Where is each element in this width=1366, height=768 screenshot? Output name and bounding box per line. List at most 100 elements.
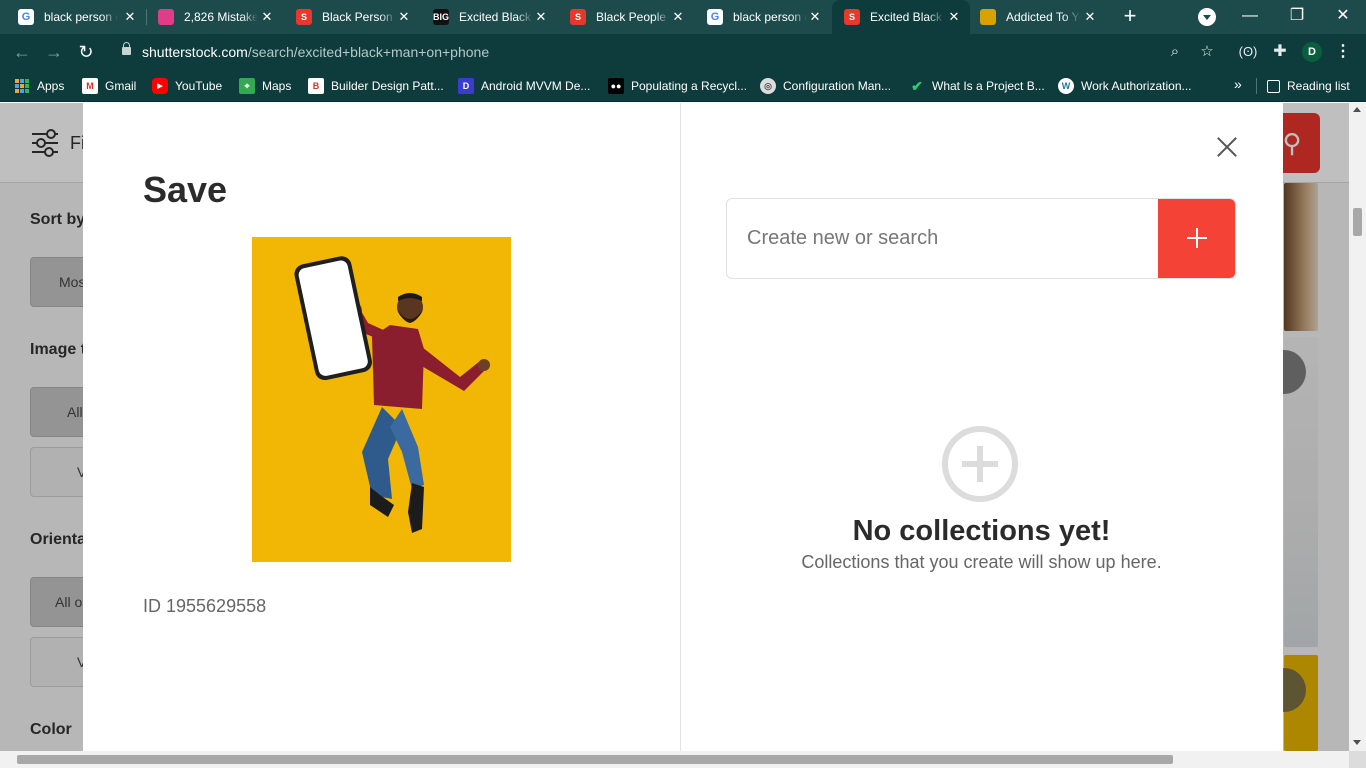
tab-5[interactable]: S Black People Excited ✕ <box>552 0 694 34</box>
scroll-down-icon[interactable] <box>1353 740 1361 745</box>
bookmark-label: What Is a Project B... <box>932 79 1045 93</box>
bookmark-recycler[interactable]: ●● Populating a Recycl... <box>608 77 747 95</box>
close-tab-icon[interactable]: ✕ <box>946 9 962 25</box>
bookmark-project[interactable]: ✔ What Is a Project B... <box>909 77 1045 95</box>
extension-icon[interactable]: (ʘ) <box>1238 42 1258 62</box>
maps-icon: ⌖ <box>239 78 255 94</box>
config-icon: ◎ <box>760 78 776 94</box>
bookmark-configuration[interactable]: ◎ Configuration Man... <box>760 77 891 95</box>
menu-icon[interactable]: ⋮ <box>1335 41 1351 63</box>
image-id: ID 1955629558 <box>143 596 267 616</box>
android-icon: D <box>458 78 474 94</box>
puzzle-icon[interactable]: ✚ <box>1270 42 1290 62</box>
close-tab-icon[interactable]: ✕ <box>396 9 412 25</box>
shutterstock-icon: S <box>570 9 586 25</box>
forward-button[interactable]: → <box>42 40 66 64</box>
add-collection-button[interactable] <box>1158 199 1235 278</box>
reload-button[interactable]: ↻ <box>74 40 98 64</box>
bookmark-apps[interactable]: Apps <box>14 77 64 95</box>
url-host: shutterstock.com <box>142 44 248 60</box>
bookmark-label: Gmail <box>105 79 137 93</box>
google-icon <box>18 9 34 25</box>
tab-8[interactable]: Addicted To Your Phone ✕ <box>962 0 1106 34</box>
reading-list-button[interactable]: Reading list <box>1267 77 1350 95</box>
bookmark-android[interactable]: D Android MVVM De... <box>458 77 590 95</box>
url-text[interactable]: shutterstock.com/search/excited+black+ma… <box>142 44 489 60</box>
bookmarks-bar: Apps M Gmail ▶ YouTube ⌖ Maps B Builder … <box>0 70 1366 102</box>
bookmarks-separator <box>1256 78 1257 94</box>
bookmark-star-icon[interactable]: ☆ <box>1198 43 1216 61</box>
close-tab-icon[interactable]: ✕ <box>259 9 275 25</box>
man-with-phone-illustration <box>252 237 511 562</box>
new-tab-button[interactable]: + <box>1118 5 1142 29</box>
collection-search-box <box>726 198 1236 279</box>
close-tab-icon[interactable]: ✕ <box>670 9 686 25</box>
back-button[interactable]: ← <box>10 40 34 64</box>
tab-2[interactable]: 2,826 Mistakes ✕ <box>140 0 283 34</box>
bookmark-label: Maps <box>262 79 292 93</box>
yellow-logo-icon <box>980 9 996 25</box>
tab-title: black person excited <box>44 10 118 24</box>
horizontal-scroll-thumb[interactable] <box>17 755 1173 764</box>
lock-icon <box>122 42 131 55</box>
image-preview <box>252 237 511 562</box>
reading-list-label: Reading list <box>1287 79 1350 93</box>
tab-title: Black People Excited <box>596 10 670 24</box>
close-tab-icon[interactable]: ✕ <box>122 9 138 25</box>
tab-6[interactable]: black person excited ✕ <box>689 0 831 34</box>
pink-swirl-icon <box>158 9 174 25</box>
bookmark-gmail[interactable]: M Gmail <box>82 77 136 95</box>
tab-1[interactable]: black person excited ✕ <box>0 0 146 34</box>
browser-toolbar: ← → ↻ shutterstock.com/search/excited+bl… <box>0 34 1366 70</box>
tab-search-button[interactable] <box>1198 8 1216 26</box>
bookmark-maps[interactable]: ⌖ Maps <box>239 77 291 95</box>
big-icon: BIG <box>433 9 449 25</box>
bookmark-youtube[interactable]: ▶ YouTube <box>152 77 222 95</box>
vertical-scrollbar[interactable] <box>1349 103 1366 751</box>
check-icon: ✔ <box>911 77 923 94</box>
avatar[interactable]: D <box>1302 42 1322 62</box>
tab-title: Addicted To Your Phone <box>1006 10 1080 24</box>
close-window-button[interactable]: ✕ <box>1331 5 1355 27</box>
bookmark-label: Populating a Recycl... <box>631 79 748 93</box>
google-icon <box>707 9 723 25</box>
bookmark-label: Builder Design Patt... <box>331 79 444 93</box>
add-circle-icon <box>942 426 1018 502</box>
vertical-scroll-thumb[interactable] <box>1353 208 1362 236</box>
gmail-icon: M <box>82 78 98 94</box>
horizontal-scrollbar[interactable] <box>0 751 1349 768</box>
bookmark-label: Work Authorization... <box>1081 79 1192 93</box>
url-path: /search/excited+black+man+on+phone <box>247 44 490 60</box>
zoom-icon[interactable]: ⌕ <box>1166 43 1184 61</box>
tab-4[interactable]: BIG Excited Black Man ✕ <box>415 0 557 34</box>
restore-button[interactable]: ❐ <box>1285 5 1309 27</box>
address-bar[interactable]: shutterstock.com/search/excited+black+ma… <box>108 37 1228 67</box>
bookmark-label: Configuration Man... <box>783 79 892 93</box>
bookmark-label: Apps <box>37 79 65 93</box>
collection-search-input[interactable] <box>727 199 1158 278</box>
tab-title: Excited Black Man <box>459 10 533 24</box>
wordpress-icon: W <box>1058 78 1074 94</box>
builder-icon: B <box>308 78 324 94</box>
tab-3[interactable]: S Black Person Excited ✕ <box>278 0 420 34</box>
bookmarks-overflow-button[interactable]: » <box>1234 76 1242 92</box>
shutterstock-icon: S <box>296 9 312 25</box>
close-tab-icon[interactable]: ✕ <box>1082 9 1098 25</box>
close-tab-icon[interactable]: ✕ <box>533 9 549 25</box>
tab-7-active[interactable]: S Excited Black Man ✕ <box>832 0 970 34</box>
tab-title: Black Person Excited <box>322 10 396 24</box>
bookmark-builder[interactable]: B Builder Design Patt... <box>308 77 444 95</box>
bookmark-work-authorization[interactable]: W Work Authorization... <box>1058 77 1192 95</box>
bookmark-label: Android MVVM De... <box>481 79 591 93</box>
tab-strip: black person excited ✕ 2,826 Mistakes ✕ … <box>0 0 1366 34</box>
medium-icon: ●● <box>608 78 624 94</box>
empty-state-title: No collections yet! <box>852 515 1111 547</box>
minimize-button[interactable]: — <box>1238 5 1262 27</box>
dialog-divider <box>680 103 681 751</box>
close-icon[interactable] <box>1214 134 1240 160</box>
empty-state-subtitle: Collections that you create will show up… <box>801 552 1162 572</box>
scroll-up-icon[interactable] <box>1353 107 1361 112</box>
close-tab-icon[interactable]: ✕ <box>807 9 823 25</box>
youtube-icon: ▶ <box>152 78 168 94</box>
tab-title: black person excited <box>733 10 807 24</box>
